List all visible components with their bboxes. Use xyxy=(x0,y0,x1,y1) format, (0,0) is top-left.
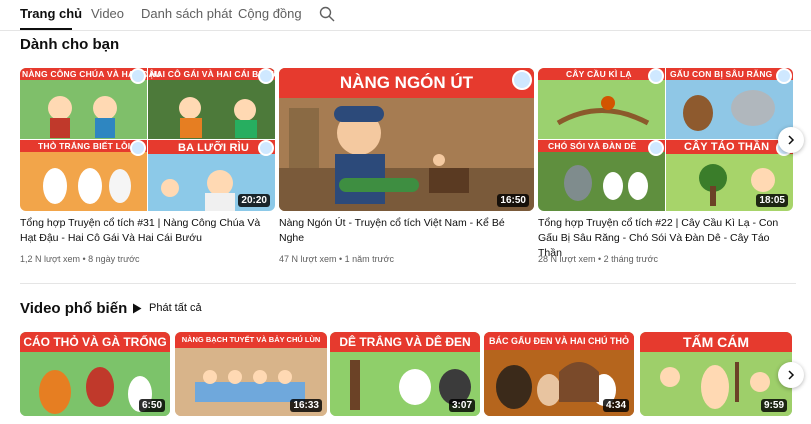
thumbnail-collage xyxy=(20,68,275,211)
video-thumbnail[interactable]: CÂY CẦU KÌ LẠ GẤU CON BỊ SÂU RĂNG CHÓ SÓ… xyxy=(538,68,793,211)
video-thumbnail[interactable]: CÁO THỎ VÀ GÀ TRỐNG 6:50 xyxy=(20,332,170,416)
channel-logo-icon xyxy=(776,68,792,84)
thumbnail-banner: TẤM CÁM xyxy=(640,332,792,352)
popular-heading: Video phổ biến xyxy=(20,300,128,317)
tab-community[interactable]: Cộng đồng xyxy=(238,6,302,21)
carousel-next-button[interactable] xyxy=(778,362,804,388)
chevron-right-icon xyxy=(788,135,795,145)
duration-badge: 16:50 xyxy=(497,194,529,207)
for-you-heading: Dành cho bạn xyxy=(20,36,120,53)
duration-badge: 9:59 xyxy=(760,399,787,412)
tab-home[interactable]: Trang chủ xyxy=(20,6,82,21)
video-thumbnail[interactable]: DÊ TRẮNG VÀ DÊ ĐEN 3:07 xyxy=(330,332,480,416)
video-thumbnail[interactable]: NÀNG NGÓN ÚT 16:50 xyxy=(279,68,534,211)
channel-logo-icon xyxy=(648,140,664,156)
video-meta: 1,2 N lượt xem • 8 ngày trước xyxy=(20,254,140,264)
duration-badge: 18:05 xyxy=(756,194,788,207)
search-icon[interactable] xyxy=(319,6,335,22)
channel-logo-icon xyxy=(512,70,532,90)
video-card[interactable]: NÀNG NGÓN ÚT 16:50 Nàng Ngón Út - Truyện… xyxy=(279,68,534,268)
video-thumbnail[interactable]: BÁC GẤU ĐEN VÀ HAI CHÚ THỎ 4:34 xyxy=(484,332,634,416)
panel-label: CHÓ SÓI VÀ ĐÀN DÊ xyxy=(548,141,637,151)
thumbnail-banner: DÊ TRẮNG VÀ DÊ ĐEN xyxy=(330,332,480,352)
video-meta: 47 N lượt xem • 1 năm trước xyxy=(279,254,395,264)
section-divider xyxy=(20,283,796,284)
thumbnail-banner: NÀNG NGÓN ÚT xyxy=(279,68,534,98)
duration-badge: 6:50 xyxy=(138,399,165,412)
video-meta: 28 N lượt xem • 2 tháng trước xyxy=(538,254,659,264)
tab-videos[interactable]: Video xyxy=(91,6,124,21)
tab-playlists[interactable]: Danh sách phát xyxy=(141,6,232,21)
channel-logo-icon xyxy=(130,140,146,156)
video-thumbnail[interactable]: TẤM CÁM 9:59 xyxy=(640,332,792,416)
panel-label: THỎ TRẮNG BIẾT LỖI xyxy=(38,141,131,151)
panel-label: GẤU CON BỊ SÂU RĂNG xyxy=(670,69,773,79)
play-all-label: Phát tất cả xyxy=(149,302,202,314)
play-all-button[interactable]: Phát tất cả xyxy=(132,299,202,317)
channel-logo-icon xyxy=(258,68,274,84)
panel-label: BA LƯỠI RÌU xyxy=(178,142,250,154)
channel-logo-icon xyxy=(130,68,146,84)
panel-label: CÂY TÁO THẦN xyxy=(684,141,770,153)
video-thumbnail[interactable]: NÀNG CÔNG CHÚA VÀ HẠT ĐẬU HAI CÔ GÁI VÀ … xyxy=(20,68,275,211)
thumbnail-banner: BÁC GẤU ĐEN VÀ HAI CHÚ THỎ xyxy=(484,332,634,350)
chevron-right-icon xyxy=(788,370,795,380)
channel-logo-icon xyxy=(258,140,274,156)
video-thumbnail[interactable]: NÀNG BẠCH TUYẾT VÀ BẢY CHÚ LÙN 16:33 xyxy=(175,332,327,416)
video-card[interactable]: NÀNG CÔNG CHÚA VÀ HẠT ĐẬU HAI CÔ GÁI VÀ … xyxy=(20,68,275,268)
duration-badge: 16:33 xyxy=(290,399,322,412)
channel-logo-icon xyxy=(648,68,664,84)
panel-label: CÂY CẦU KÌ LẠ xyxy=(566,69,632,79)
play-icon xyxy=(133,303,142,313)
video-card[interactable]: CÂY CẦU KÌ LẠ GẤU CON BỊ SÂU RĂNG CHÓ SÓ… xyxy=(538,68,793,268)
duration-badge: 20:20 xyxy=(238,194,270,207)
carousel-next-button[interactable] xyxy=(778,127,804,153)
thumbnail-collage xyxy=(538,68,793,211)
video-title[interactable]: Nàng Ngón Út - Truyện cổ tích Việt Nam -… xyxy=(279,216,509,246)
duration-badge: 3:07 xyxy=(448,399,475,412)
video-title[interactable]: Tổng hợp Truyện cổ tích #31 | Nàng Công … xyxy=(20,216,270,246)
channel-tabs: Trang chủ Video Danh sách phát Cộng đồng xyxy=(0,0,811,31)
thumbnail-banner: NÀNG BẠCH TUYẾT VÀ BẢY CHÚ LÙN xyxy=(175,332,327,348)
thumbnail-banner: CÁO THỎ VÀ GÀ TRỐNG xyxy=(20,332,170,352)
active-tab-indicator xyxy=(20,28,72,30)
panel-label: HAI CÔ GÁI VÀ HAI CÁI BƯỚU xyxy=(150,69,275,79)
duration-badge: 4:34 xyxy=(602,399,629,412)
